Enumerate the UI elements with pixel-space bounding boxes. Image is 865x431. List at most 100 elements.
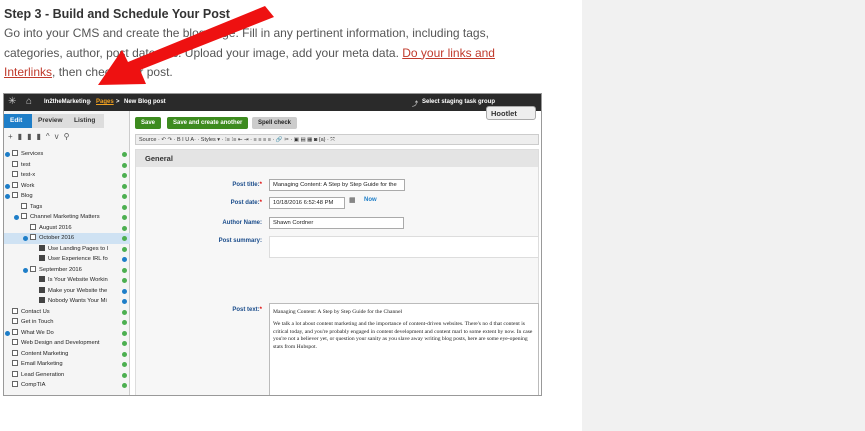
- status-dot-icon: [122, 162, 127, 168]
- page-icon: [39, 297, 45, 303]
- page-icon: [12, 150, 18, 156]
- tree-item[interactable]: test-x: [4, 170, 130, 181]
- expand-toggle-icon[interactable]: [23, 267, 28, 273]
- tab-listing[interactable]: Listing: [68, 114, 104, 128]
- breadcrumb-pages[interactable]: Pages: [96, 99, 114, 105]
- author-name-label: Author Name:: [222, 220, 262, 226]
- tree-item[interactable]: Tags: [4, 202, 130, 213]
- post-text-editor[interactable]: Managing Content: A Step by Step Guide f…: [269, 303, 539, 395]
- post-date-input[interactable]: 10/18/2016 6:52:48 PM: [269, 197, 345, 209]
- status-dot-icon: [122, 183, 127, 189]
- tree-item[interactable]: Is Your Website Workin: [4, 275, 130, 286]
- move-icon[interactable]: ▮: [36, 132, 45, 141]
- chevron-down-icon: ▾: [88, 100, 92, 106]
- expand-toggle-icon[interactable]: [5, 194, 10, 199]
- expand-toggle-icon[interactable]: [5, 183, 10, 189]
- status-dot-icon: [122, 194, 127, 199]
- snowflake-icon[interactable]: ✳: [8, 96, 16, 107]
- tree-item-label: Content Marketing: [21, 350, 69, 357]
- status-dot-icon: [122, 215, 127, 220]
- tree-item[interactable]: Channel Marketing Matters: [4, 212, 130, 223]
- post-text-label: Post text:*: [232, 307, 262, 313]
- tree-item[interactable]: Get in Touch: [4, 317, 130, 328]
- tree-item-label: Is Your Website Workin: [48, 277, 108, 283]
- expand-toggle-icon[interactable]: [14, 215, 19, 220]
- post-date-label: Post date:*: [230, 200, 262, 206]
- step-title: Step 3 - Build and Schedule Your Post: [4, 7, 230, 21]
- tree-item-label: User Experience IRL fo: [48, 256, 108, 262]
- tree-item-label: Web Design and Development: [21, 340, 100, 346]
- cms-screenshot: ✳ ⌂ In2theMarketing ▾ Pages > New Blog p…: [3, 93, 542, 396]
- tree-item[interactable]: Content Marketing: [4, 349, 130, 360]
- now-link[interactable]: Now: [364, 197, 377, 203]
- tree-toolbar: +▮▮▮^v⚲: [8, 132, 75, 141]
- add-icon[interactable]: +: [8, 132, 18, 141]
- up-icon[interactable]: ^: [46, 132, 55, 141]
- tree-item-label: What We Do: [21, 329, 54, 336]
- tree-item-label: Get in Touch: [21, 319, 54, 325]
- status-dot-icon: [122, 246, 127, 252]
- tree-item-label: Services: [21, 151, 44, 157]
- author-name-input[interactable]: Shawn Cordner: [269, 217, 404, 229]
- post-summary-input[interactable]: [269, 236, 539, 258]
- page-icon: [12, 360, 18, 366]
- staging-select[interactable]: Select staging task group: [422, 99, 495, 105]
- tree-item[interactable]: Lead Generation: [4, 370, 130, 381]
- calendar-icon[interactable]: ▦: [349, 196, 356, 204]
- hootlet-button[interactable]: Hootlet: [486, 106, 536, 120]
- post-summary-label: Post summary:: [218, 238, 262, 244]
- page-icon: [39, 244, 45, 251]
- page-icon: [30, 265, 36, 272]
- page-icon: [12, 339, 18, 345]
- status-dot-icon: [122, 257, 127, 262]
- post-title-input[interactable]: Managing Content: A Step by Step Guide f…: [269, 179, 405, 191]
- tree-item[interactable]: test: [4, 160, 130, 171]
- save-button[interactable]: Save: [135, 117, 162, 129]
- save-and-create-button[interactable]: Save and create another: [167, 117, 249, 129]
- tree-item[interactable]: What We Do: [4, 328, 130, 339]
- delete-icon[interactable]: ▮: [18, 132, 27, 141]
- post-text-heading: Managing Content: A Step by Step Guide f…: [273, 309, 403, 315]
- status-dot-icon: [122, 173, 127, 178]
- page-icon: [12, 370, 18, 377]
- tree-item[interactable]: Work: [4, 181, 130, 192]
- page-icon: [39, 255, 45, 261]
- tree-item-label: Work: [21, 182, 35, 189]
- expand-toggle-icon[interactable]: [5, 330, 10, 336]
- status-dot-icon: [122, 341, 127, 346]
- tree-item[interactable]: Web Design and Development: [4, 338, 130, 349]
- tree-item[interactable]: Email Marketing: [4, 359, 130, 370]
- page-icon: [12, 171, 18, 177]
- step-paragraph-tail: , then check your post.: [52, 65, 173, 79]
- down-icon[interactable]: v: [55, 132, 64, 141]
- tree-item[interactable]: User Experience IRL fo: [4, 254, 130, 265]
- status-dot-icon: [122, 267, 127, 273]
- tree-item[interactable]: Services: [4, 149, 130, 160]
- search-icon[interactable]: ⚲: [64, 132, 75, 141]
- tree-item[interactable]: October 2016: [4, 233, 130, 244]
- hootlet-label: Hootlet: [491, 109, 517, 118]
- expand-toggle-icon[interactable]: [23, 236, 28, 241]
- breadcrumb-site[interactable]: In2theMarketing: [44, 99, 90, 105]
- rich-text-toolbar[interactable]: Source · ↶ ↷ · B I U A· · Styles ▾ · ⁝≡ …: [135, 134, 539, 145]
- tree-item[interactable]: Blog: [4, 191, 130, 202]
- status-dot-icon: [122, 383, 127, 388]
- tree-item-label: Nobody Wants Your Mi: [48, 298, 107, 304]
- tree-item[interactable]: Nobody Wants Your Mi: [4, 296, 130, 307]
- page-icon: [21, 213, 27, 219]
- spell-check-button[interactable]: Spell check: [252, 117, 298, 129]
- breadcrumb-page: New Blog post: [124, 99, 166, 105]
- tab-preview[interactable]: Preview: [32, 114, 68, 128]
- tree-item-label: Make your Website the: [48, 287, 108, 294]
- tree-item-label: Blog: [21, 193, 33, 199]
- home-icon[interactable]: ⌂: [26, 96, 32, 107]
- tree-item[interactable]: September 2016: [4, 265, 130, 276]
- expand-toggle-icon[interactable]: [5, 152, 10, 157]
- tree-item[interactable]: August 2016: [4, 223, 130, 234]
- tree-item[interactable]: CompTIA: [4, 380, 130, 391]
- tree-item[interactable]: Contact Us: [4, 307, 130, 318]
- page-icon: [12, 192, 18, 198]
- tree-item[interactable]: Make your Website the: [4, 286, 130, 297]
- tab-edit[interactable]: Edit: [4, 114, 32, 128]
- tree-item[interactable]: Use Landing Pages to I: [4, 244, 130, 255]
